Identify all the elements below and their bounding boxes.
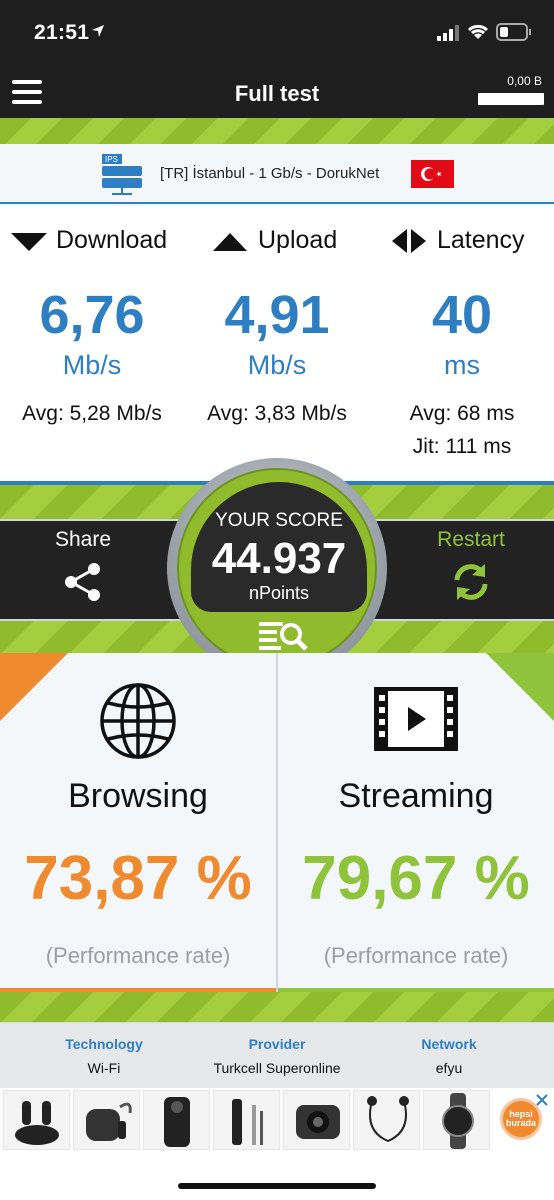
- score-value: 44.937: [211, 534, 347, 583]
- ad-product-mini-projector[interactable]: [283, 1090, 350, 1150]
- technology-value: Wi-Fi: [87, 1060, 121, 1076]
- technology-info: Technology Wi-Fi: [12, 1036, 196, 1076]
- browsing-title: Browsing: [68, 777, 208, 815]
- download-column: Download 6,76 Mb/s Avg: 5,28 Mb/s: [0, 206, 184, 484]
- turkey-flag-icon: [411, 160, 454, 188]
- score-dial: YOUR SCORE 44.937 nPoints: [167, 458, 387, 678]
- upload-label: Upload: [258, 226, 338, 254]
- data-usage-label: 0,00 B: [507, 74, 542, 88]
- wifi-icon: [467, 24, 489, 39]
- ad-choices-icon[interactable]: [533, 1091, 551, 1109]
- download-arrow-icon: [11, 233, 47, 251]
- status-bar: 21:51: [0, 0, 554, 66]
- provider-value: Turkcell Superonline: [213, 1060, 341, 1076]
- clock: 21:51: [34, 21, 90, 44]
- streaming-rate: 79,67 %: [302, 844, 530, 913]
- share-icon: [65, 563, 100, 601]
- ad-brand-label: hepsi burada: [505, 1109, 536, 1128]
- battery-icon: [496, 23, 531, 41]
- network-info: Network efyu: [357, 1036, 541, 1076]
- latency-icon: [392, 229, 426, 253]
- nav-bar: Full test 0,00 B: [0, 66, 554, 118]
- download-avg: Avg: 5,28 Mb/s: [22, 402, 162, 425]
- server-row[interactable]: IPS [TR] İstanbul - 1 Gb/s - DorukNet: [0, 144, 554, 204]
- server-icon-text: IPS: [105, 155, 118, 164]
- ad-product-audio-adapter[interactable]: [213, 1090, 280, 1150]
- metrics-panel: Download 6,76 Mb/s Avg: 5,28 Mb/s Upload…: [0, 206, 554, 484]
- video-film-icon: [374, 687, 458, 751]
- details-search-icon[interactable]: [259, 618, 309, 656]
- upload-column: Upload 4,91 Mb/s Avg: 3,83 Mb/s: [185, 206, 369, 484]
- score-label: YOUR SCORE: [215, 510, 343, 531]
- globe-icon: [100, 683, 176, 759]
- browsing-rate: 73,87 %: [24, 844, 252, 913]
- network-value: efyu: [435, 1060, 463, 1076]
- location-arrow-icon: [92, 25, 104, 37]
- ad-product-wireless-earphones[interactable]: [353, 1090, 420, 1150]
- technology-label: Technology: [65, 1036, 143, 1052]
- download-label: Download: [56, 226, 168, 254]
- orange-corner-accent: [0, 653, 68, 721]
- ad-product-smartwatch[interactable]: [423, 1090, 490, 1150]
- data-usage-bar: [478, 93, 544, 105]
- latency-avg: Avg: 68 ms: [409, 402, 515, 425]
- latency-column: Latency 40 ms Avg: 68 ms Jit: 111 ms: [370, 206, 554, 484]
- latency-jitter: Jit: 111 ms: [412, 435, 512, 458]
- streaming-caption: (Performance rate): [323, 943, 509, 968]
- green-corner-accent: [486, 653, 554, 721]
- latency-unit: ms: [444, 350, 480, 380]
- ad-product-projector[interactable]: [143, 1090, 210, 1150]
- streaming-title: Streaming: [338, 777, 494, 815]
- share-label: Share: [54, 528, 112, 551]
- bottom-stripe: [0, 992, 554, 1022]
- server-icon: IPS: [102, 154, 142, 195]
- ad-product-earbuds[interactable]: [3, 1090, 70, 1150]
- upload-avg: Avg: 3,83 Mb/s: [207, 402, 347, 425]
- top-stripe: [0, 118, 554, 144]
- upload-unit: Mb/s: [247, 350, 307, 380]
- page-title: Full test: [234, 81, 320, 106]
- restart-label: Restart: [437, 528, 505, 551]
- score-ring[interactable]: YOUR SCORE 44.937 nPoints: [177, 468, 377, 668]
- score-unit: nPoints: [248, 583, 310, 603]
- ad-product-earbuds-case[interactable]: [73, 1090, 140, 1150]
- download-unit: Mb/s: [62, 350, 122, 380]
- latency-label: Latency: [437, 226, 525, 254]
- home-indicator: [178, 1183, 376, 1189]
- provider-label: Provider: [248, 1036, 306, 1052]
- browsing-caption: (Performance rate): [45, 943, 231, 968]
- restart-button[interactable]: Restart: [416, 528, 526, 609]
- network-label: Network: [421, 1036, 477, 1052]
- share-button[interactable]: Share: [28, 528, 138, 609]
- cellular-signal-icon: [437, 25, 459, 41]
- server-name: [TR] İstanbul - 1 Gb/s - DorukNet: [160, 165, 380, 182]
- provider-info: Provider Turkcell Superonline: [185, 1036, 369, 1076]
- download-value: 6,76: [39, 285, 145, 345]
- connection-info: Technology Wi-Fi Provider Turkcell Super…: [0, 1022, 554, 1088]
- latency-value: 40: [431, 285, 493, 345]
- upload-arrow-icon: [213, 233, 247, 251]
- refresh-icon: [454, 564, 488, 600]
- upload-value: 4,91: [224, 285, 330, 345]
